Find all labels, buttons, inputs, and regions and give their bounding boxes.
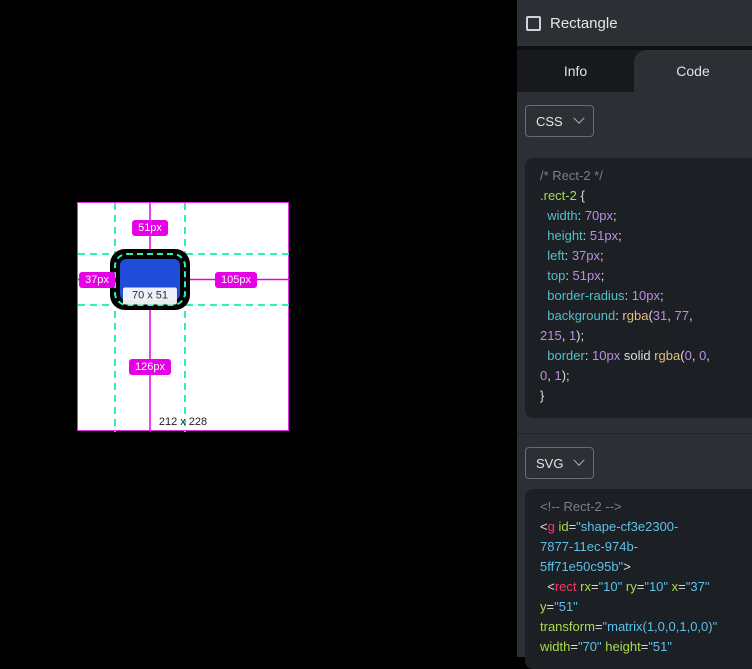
selected-shape-title: Rectangle [550,15,618,32]
panel-header: Rectangle [517,0,752,46]
tab-code[interactable]: Code [634,50,752,92]
css-dropdown-value: CSS [536,114,563,129]
measure-label-right: 105px [215,272,257,288]
measure-label-top: 51px [132,220,168,236]
viewer-canvas-area: 51px 37px 105px 126px 70 x 51 212 x 228 [0,0,517,657]
chevron-down-icon [573,113,584,124]
chevron-down-icon [573,455,584,466]
css-code-block: /* Rect-2 */.rect-2 { width: 70px; heigh… [525,158,752,418]
measure-label-left: 37px [79,272,115,288]
measure-label-bottom: 126px [129,359,171,375]
inspect-panel: Rectangle Info Code CSS /* Rect-2 */.rec… [517,0,752,657]
shape-size-badge: 70 x 51 [123,288,177,305]
rectangle-checkbox[interactable] [526,16,541,31]
css-format-dropdown[interactable]: CSS [525,105,594,137]
code-tab-content: CSS /* Rect-2 */.rect-2 { width: 70px; h… [517,105,752,669]
svg-format-dropdown[interactable]: SVG [525,447,594,479]
svg-dropdown-value: SVG [536,456,563,471]
selection-outline [78,203,290,432]
svg-code-block: <!-- Rect-2 --><g id="shape-cf3e2300-787… [525,489,752,669]
section-separator [517,433,752,434]
frame-size-label: 212 x 228 [159,416,207,428]
measurement-guides-overlay [78,203,290,432]
tab-info[interactable]: Info [517,50,634,92]
artboard: 51px 37px 105px 126px 70 x 51 212 x 228 [77,202,289,431]
tab-bar: Info Code [517,50,752,92]
